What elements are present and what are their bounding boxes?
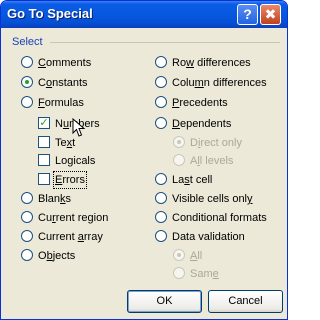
checkmark-icon[interactable]: ✓ (38, 117, 50, 129)
radio-button-circle[interactable] (155, 56, 167, 68)
option-label: Conditional formats (172, 212, 267, 224)
option-label: Blanks (38, 193, 72, 205)
option-label: Text (55, 137, 76, 149)
option-label: Current region (38, 212, 109, 224)
radio-button-circle (173, 154, 185, 166)
option-label: Column differences (172, 77, 267, 89)
checkbox-box[interactable] (38, 173, 50, 185)
radio-button-circle[interactable] (155, 230, 167, 242)
mouse-cursor-icon (72, 118, 86, 137)
option-label: Same (190, 268, 219, 280)
radio-button-circle[interactable] (155, 117, 167, 129)
option-label: Current array (38, 231, 103, 243)
radio-button-circle[interactable] (21, 249, 33, 261)
radio-button-circle (173, 267, 185, 279)
question-mark-icon: ? (243, 6, 252, 22)
radio-button-circle (173, 136, 185, 148)
go-to-special-dialog: Go To Special ? ✖ Select OK Cancel Comme… (0, 0, 288, 320)
title-bar[interactable]: Go To Special ? ✖ (1, 1, 287, 28)
option-label: Objects (38, 250, 76, 262)
help-button[interactable]: ? (237, 4, 258, 25)
dialog-title: Go To Special (7, 6, 93, 21)
radio-button-circle[interactable] (155, 192, 167, 204)
option-label: Comments (38, 57, 92, 69)
radio-button-circle[interactable] (21, 76, 33, 88)
option-label: Dependents (172, 118, 232, 130)
option-label: Precedents (172, 97, 228, 109)
option-label: All levels (190, 155, 234, 167)
radio-button-circle[interactable] (155, 211, 167, 223)
radio-button-circle[interactable] (155, 76, 167, 88)
checkbox-box[interactable] (38, 154, 50, 166)
option-label: Visible cells only (172, 193, 253, 205)
option-label: Constants (38, 77, 88, 89)
radio-button-circle[interactable] (21, 96, 33, 108)
close-icon: ✖ (264, 6, 277, 22)
checkbox-box[interactable] (38, 136, 50, 148)
option-label: Data validation (172, 231, 245, 243)
group-divider (50, 42, 280, 43)
option-label: Direct only (190, 137, 242, 149)
option-label: Last cell (172, 174, 213, 186)
option-label: Row differences (172, 57, 251, 69)
radio-button-circle[interactable] (21, 211, 33, 223)
radio-button-circle[interactable] (155, 173, 167, 185)
select-group-label: Select (12, 36, 43, 48)
radio-button-circle[interactable] (155, 96, 167, 108)
radio-button-circle[interactable] (21, 192, 33, 204)
option-label: Formulas (38, 97, 84, 109)
cancel-button[interactable]: Cancel (208, 290, 283, 313)
option-label: All (190, 250, 203, 262)
radio-button-circle[interactable] (21, 230, 33, 242)
radio-button-circle (173, 249, 185, 261)
option-label: Errors (53, 171, 87, 189)
close-button[interactable]: ✖ (260, 4, 281, 25)
option-label: Logicals (55, 155, 96, 167)
ok-button[interactable]: OK (127, 290, 202, 313)
radio-button-circle[interactable] (21, 56, 33, 68)
